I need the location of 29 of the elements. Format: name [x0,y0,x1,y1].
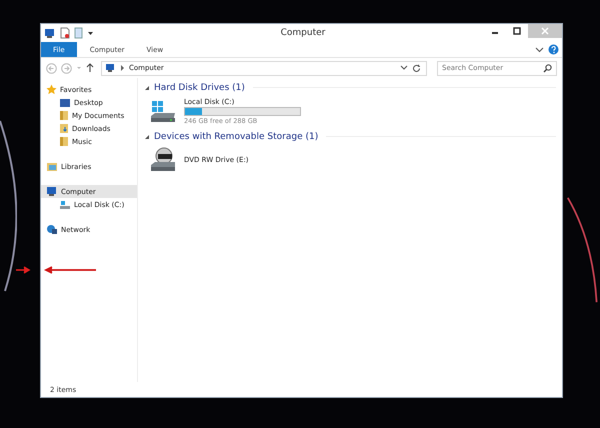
up-arrow-icon[interactable] [86,63,94,73]
dropdown-icon[interactable] [87,30,94,36]
drive-icon [59,200,71,210]
hard-disk-icon [150,100,176,124]
document-icon[interactable] [60,27,70,39]
computer-icon [46,186,58,197]
group-header[interactable]: Devices with Removable Storage (1) [144,129,556,144]
maximize-icon [513,27,521,35]
dvd-drive-icon [150,147,176,173]
chevron-icon[interactable] [400,65,408,71]
computer-icon[interactable] [44,28,56,38]
network-icon [46,224,58,235]
search-icon[interactable] [543,64,552,72]
expanded-triangle-icon[interactable] [144,134,150,140]
library-icon [46,162,58,172]
expanded-triangle-icon[interactable] [144,84,150,90]
refresh-icon[interactable] [412,64,421,72]
group-header[interactable]: Hard Disk Drives (1) [144,80,556,95]
computer-icon [105,63,116,73]
window-title: Computer [280,28,326,38]
chevron-right-icon [120,65,125,71]
desktop-icon [59,98,71,108]
chevron-icon[interactable] [535,46,544,53]
folder-icon [59,110,69,121]
download-folder-icon [59,123,69,134]
folder-icon [59,136,69,147]
help-icon[interactable] [548,44,559,55]
star-icon [46,84,57,95]
close-icon [541,27,549,35]
